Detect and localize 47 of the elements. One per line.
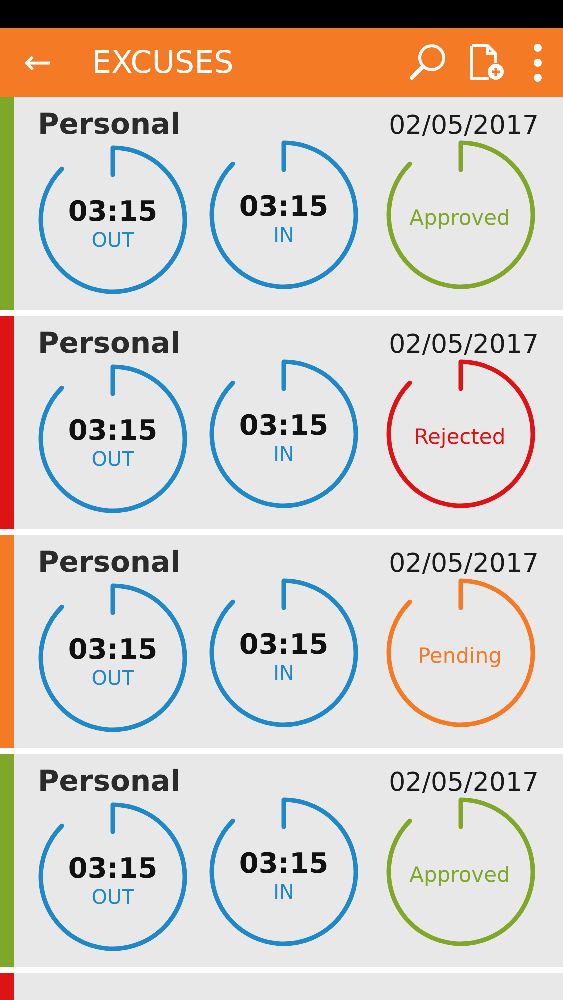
excuse-card[interactable]: Personal 02/05/2017 03:15 OUT 03:15 IN Approved — [0, 754, 563, 967]
excuse-card[interactable]: Personal 02/05/2017 03:15 OUT 03:15 IN Approved — [0, 97, 563, 310]
status-ring-icon — [386, 797, 536, 947]
in-time: 03:15 — [239, 190, 329, 222]
search-icon[interactable] — [408, 42, 448, 82]
screen-title: EXCUSES — [92, 44, 235, 80]
excuse-card[interactable]: Personal 02/05/2017 03:15 OUT 03:15 IN Pending — [0, 535, 563, 748]
status-label: Rejected — [414, 425, 506, 449]
time-ring-icon — [38, 583, 188, 733]
in-time: 03:15 — [239, 846, 329, 880]
in-time: 03:15 — [239, 628, 329, 660]
excuse-type: Personal — [38, 545, 181, 579]
in-label: IN — [274, 222, 294, 246]
status-ring-icon — [386, 578, 536, 728]
out-label: OUT — [92, 446, 134, 470]
in-label: IN — [274, 442, 294, 466]
in-label: IN — [274, 880, 294, 904]
excuse-type: Personal — [38, 326, 181, 360]
out-time: 03:15 — [68, 632, 158, 666]
time-ring-icon — [209, 359, 359, 509]
time-ring-icon — [38, 145, 188, 295]
status-ring-icon — [386, 359, 536, 509]
out-label: OUT — [92, 228, 134, 252]
more-menu-icon[interactable] — [532, 42, 544, 82]
time-ring-icon — [38, 802, 188, 952]
in-time: 03:15 — [239, 408, 329, 442]
time-ring-icon — [209, 797, 359, 947]
excuse-card[interactable]: Personal 02/05/2017 03:15 OUT 03:15 IN Rejected — [0, 316, 563, 529]
out-time: 03:15 — [68, 852, 158, 884]
out-time: 03:15 — [68, 194, 158, 228]
status-label: Pending — [418, 644, 502, 668]
excuse-date: 02/05/2017 — [389, 549, 539, 579]
status-ring-icon — [386, 140, 536, 290]
excuse-type: Personal — [38, 764, 181, 798]
time-ring-icon — [209, 140, 359, 290]
out-label: OUT — [92, 884, 134, 908]
excuse-date: 02/05/2017 — [389, 330, 539, 360]
status-label: Approved — [410, 863, 510, 887]
in-label: IN — [274, 660, 294, 684]
excuse-date: 02/05/2017 — [389, 111, 539, 141]
status-label: Approved — [410, 206, 510, 230]
excuse-date: 02/05/2017 — [389, 768, 539, 798]
excuse-type: Personal — [38, 107, 181, 141]
out-time: 03:15 — [68, 414, 158, 446]
time-ring-icon — [38, 364, 188, 514]
out-label: OUT — [92, 666, 134, 690]
time-ring-icon — [209, 578, 359, 728]
